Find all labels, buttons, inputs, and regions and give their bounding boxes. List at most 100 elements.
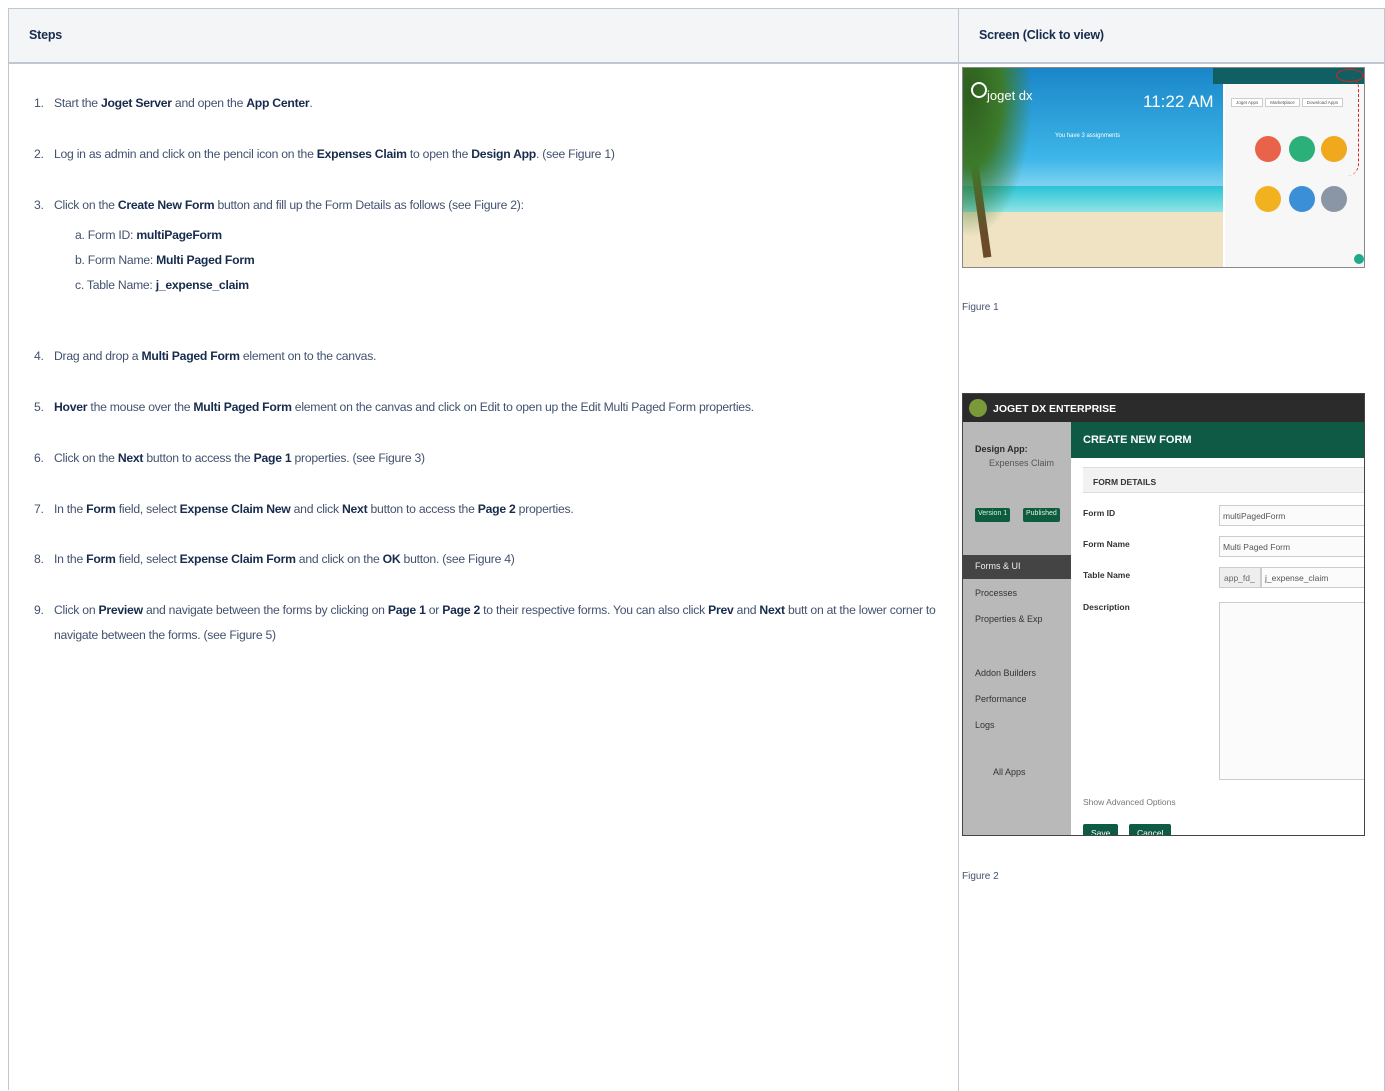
step-keyword: Joget Server <box>100 96 172 110</box>
step-number: 6. <box>34 451 44 465</box>
substep-value: Multi Paged Form <box>156 253 255 267</box>
step-number: 4. <box>34 349 44 363</box>
description-field[interactable] <box>1219 602 1364 780</box>
check-icon <box>1354 254 1364 264</box>
step-number: 9. <box>34 603 44 617</box>
nav-addon-builders: Addon Builders <box>975 668 1037 678</box>
step-keyword: Page 2 <box>442 603 481 617</box>
app-icon <box>1321 136 1347 162</box>
clock-text: 11:22 AM <box>1143 92 1214 111</box>
step-keyword: Form <box>86 502 116 516</box>
step-keyword: Expenses Claim <box>316 147 407 161</box>
table-name-field[interactable]: j_expense_claim <box>1261 567 1364 588</box>
step-keyword: Next <box>117 451 144 465</box>
step-keyword: Design App <box>471 147 537 161</box>
app-name: Expenses Claim <box>989 458 1055 468</box>
create-form-dialog: CREATE NEW FORM FORM DETAILS Form ID mul… <box>1071 422 1364 835</box>
assignments-message: You have 3 assignments <box>1055 133 1121 139</box>
form-name-field[interactable]: Multi Paged Form <box>1219 536 1364 557</box>
design-app-sidebar: Design App: Expenses Claim Version 1 Pub… <box>963 422 1071 835</box>
substep-value: multiPageForm <box>136 228 222 242</box>
substep-item: a. Form ID: multiPageForm <box>75 228 222 242</box>
dialog-title: CREATE NEW FORM <box>1083 434 1192 446</box>
step-keyword: Multi Paged Form <box>141 349 240 363</box>
joget-topbar: JOGET DX ENTERPRISE <box>963 394 1364 422</box>
substep-item: b. Form Name: Multi Paged Form <box>75 253 255 267</box>
form-name-label: Form Name <box>1083 539 1130 549</box>
description-label: Description <box>1083 602 1130 612</box>
joget-logo-text: joget dx <box>987 88 1033 103</box>
red-arrow-icon <box>1347 76 1359 176</box>
step-text: Drag and drop a Multi Paged Form element… <box>54 349 377 363</box>
substep-item: c. Table Name: j_expense_claim <box>75 278 249 292</box>
step-text: Start the Joget Server and open the App … <box>54 96 313 110</box>
app-icon <box>1255 186 1281 212</box>
figure-2-screenshot[interactable]: JOGET DX ENTERPRISE Design App: Expenses… <box>962 393 1365 836</box>
step-keyword: Prev <box>708 603 734 617</box>
step-number: 7. <box>34 502 44 516</box>
app-icon <box>1255 136 1281 162</box>
version-badge: Version 1 <box>975 508 1011 522</box>
table-name-label: Table Name <box>1083 570 1131 580</box>
nav-processes: Processes <box>975 588 1018 598</box>
nav-forms-ui: Forms & UI <box>975 561 1021 571</box>
step-keyword: Expense Claim Form <box>179 552 296 566</box>
step-keyword: Expense Claim New <box>179 502 291 516</box>
figure-1-caption: Figure 1 <box>962 302 999 313</box>
app-center-topbar <box>1213 68 1364 84</box>
figure-2-caption: Figure 2 <box>962 871 999 882</box>
step-text: Click on Preview and navigate between th… <box>54 603 936 642</box>
save-button[interactable]: Save <box>1083 824 1119 835</box>
step-text: Click on the Next button to access the P… <box>54 451 425 465</box>
step-keyword: Page 2 <box>477 502 516 516</box>
nav-performance: Performance <box>975 694 1027 704</box>
advanced-options-link[interactable]: Show Advanced Options <box>1083 797 1176 807</box>
step-text: In the Form field, select Expense Claim … <box>54 552 515 566</box>
step-keyword: App Center <box>246 96 310 110</box>
step-keyword: Form <box>86 552 116 566</box>
figure-1-screenshot[interactable]: joget dx 11:22 AM You have 3 assignments… <box>962 67 1365 268</box>
nav-properties: Properties & Exp <box>975 614 1043 624</box>
step-number: 5. <box>34 400 44 414</box>
step-number: 8. <box>34 552 44 566</box>
table-prefix: app_fd_ <box>1219 567 1261 588</box>
nav-logs: Logs <box>975 720 995 730</box>
brand-text: JOGET DX ENTERPRISE <box>993 403 1117 415</box>
header-steps: Steps <box>29 28 63 42</box>
step-keyword: OK <box>382 552 401 566</box>
app-icon <box>1321 186 1347 212</box>
published-badge: Published <box>1023 508 1060 522</box>
dialog-title-bar: CREATE NEW FORM <box>1071 422 1364 458</box>
step-keyword: Hover <box>54 400 88 414</box>
step-keyword: Page 1 <box>253 451 292 465</box>
step-text: In the Form field, select Expense Claim … <box>54 502 574 516</box>
header-screen: Screen (Click to view) <box>979 28 1104 42</box>
tab-marketplace: Marketplace <box>1265 98 1300 107</box>
step-keyword: Next <box>341 502 368 516</box>
form-details-section: FORM DETAILS <box>1083 467 1364 493</box>
column-divider <box>958 9 959 1091</box>
step-text: Log in as admin and click on the pencil … <box>54 147 615 161</box>
form-id-field[interactable]: multiPagedForm <box>1219 505 1364 526</box>
step-keyword: Page 1 <box>387 603 426 617</box>
substep-value: j_expense_claim <box>155 278 249 292</box>
step-keyword: Preview <box>98 603 143 617</box>
section-title: FORM DETAILS <box>1093 477 1157 487</box>
step-text: Click on the Create New Form button and … <box>54 198 524 212</box>
tab-download-apps: Download Apps <box>1301 98 1344 107</box>
table-header: Steps Screen (Click to view) <box>9 9 1385 64</box>
step-number: 1. <box>34 96 44 110</box>
app-center-tabs: Joget Apps Marketplace Download Apps <box>1231 98 1345 107</box>
app-icon <box>1289 136 1315 162</box>
step-number: 3. <box>34 198 44 212</box>
step-keyword: Multi Paged Form <box>193 400 292 414</box>
nav-all-apps: All Apps <box>993 767 1026 777</box>
joget-logo-icon <box>971 82 987 98</box>
joget-logo-icon <box>969 399 987 417</box>
step-text: Hover the mouse over the Multi Paged For… <box>54 400 754 414</box>
design-app-label: Design App: <box>975 444 1028 454</box>
app-icon <box>1289 186 1315 212</box>
step-number: 2. <box>34 147 44 161</box>
tab-joget-apps: Joget Apps <box>1231 98 1264 107</box>
cancel-button[interactable]: Cancel <box>1129 824 1172 835</box>
